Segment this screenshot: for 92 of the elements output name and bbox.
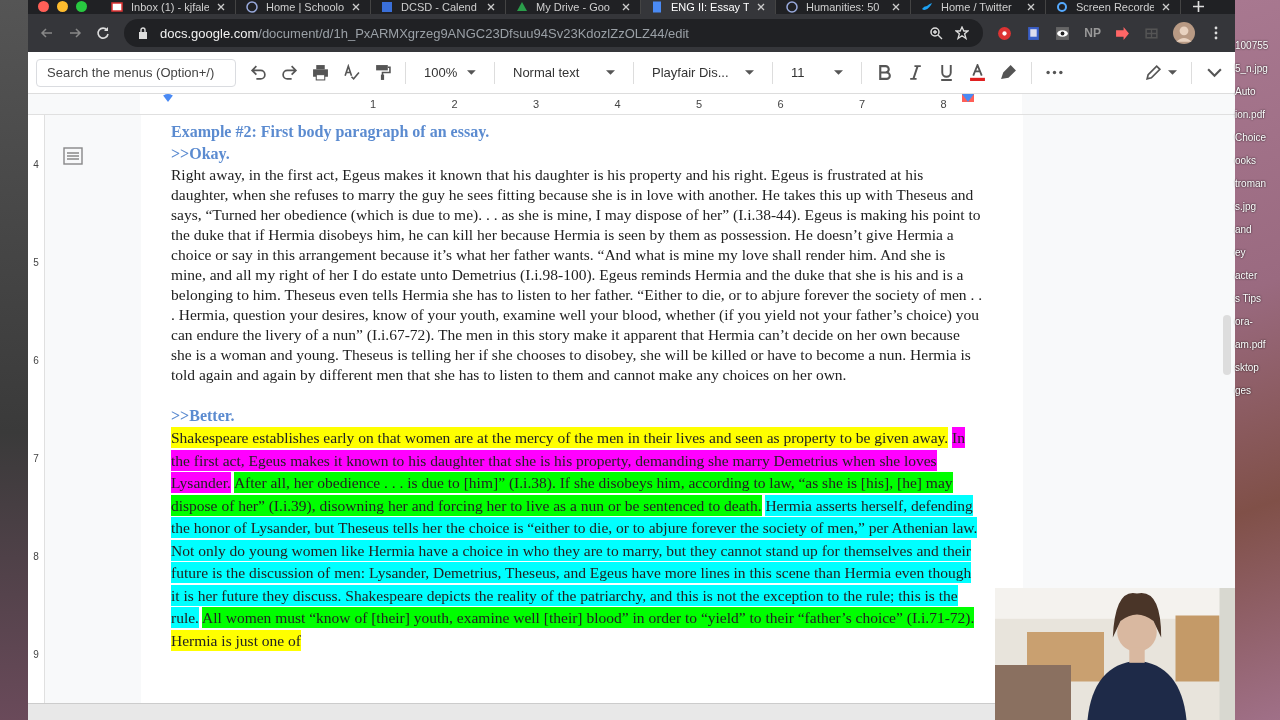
- bold-icon[interactable]: [876, 64, 893, 81]
- close-icon[interactable]: [217, 3, 225, 11]
- file-label[interactable]: am.pdf: [1235, 339, 1280, 350]
- circle-icon: [786, 1, 798, 13]
- forward-icon[interactable]: [68, 26, 82, 40]
- calendar-icon: [381, 1, 393, 13]
- close-icon[interactable]: [757, 3, 765, 11]
- zoom-icon[interactable]: [929, 26, 944, 40]
- maximize-window-button[interactable]: [76, 1, 87, 12]
- font-dropdown[interactable]: Playfair Dis...: [648, 61, 758, 84]
- pencil-icon[interactable]: [1145, 64, 1162, 81]
- ruler-number: 2: [451, 98, 459, 110]
- close-icon[interactable]: [892, 3, 900, 11]
- ruler-number: 5: [33, 256, 39, 268]
- caret-icon: [834, 70, 843, 75]
- file-label[interactable]: ges: [1235, 385, 1280, 396]
- document-icon: [651, 1, 663, 13]
- avatar-icon[interactable]: [1173, 22, 1195, 44]
- arrow-icon[interactable]: [1115, 25, 1130, 41]
- highlighter-icon[interactable]: [1000, 64, 1017, 81]
- new-tab-icon[interactable]: [1193, 1, 1204, 12]
- ruler-number: 7: [859, 98, 867, 110]
- file-label[interactable]: 5_n.jpg: [1235, 63, 1280, 74]
- close-icon[interactable]: [487, 3, 495, 11]
- file-label[interactable]: 100755: [1235, 40, 1280, 51]
- spellcheck-icon[interactable]: [343, 64, 360, 81]
- caret-icon[interactable]: [1168, 70, 1177, 75]
- mail-icon: [111, 1, 123, 13]
- file-label[interactable]: ooks: [1235, 155, 1280, 166]
- font-size-dropdown[interactable]: 11: [787, 61, 847, 84]
- file-label[interactable]: s Tips: [1235, 293, 1280, 304]
- extension-label[interactable]: NP: [1084, 26, 1101, 40]
- undo-icon[interactable]: [250, 64, 267, 81]
- record-icon: [1056, 1, 1068, 13]
- style-dropdown[interactable]: Normal text: [509, 61, 619, 84]
- ruler-number: 5: [696, 98, 704, 110]
- book-icon[interactable]: [1026, 25, 1042, 41]
- close-icon[interactable]: [622, 3, 630, 11]
- ruler-number: 8: [940, 98, 948, 110]
- file-label[interactable]: and: [1235, 224, 1280, 235]
- back-icon[interactable]: [40, 26, 54, 40]
- paint-format-icon[interactable]: [374, 64, 391, 81]
- eye-icon[interactable]: [1055, 25, 1071, 41]
- file-label[interactable]: sktop: [1235, 362, 1280, 373]
- file-label[interactable]: acter: [1235, 270, 1280, 281]
- ruler-number: 4: [614, 98, 622, 110]
- caret-icon: [606, 70, 615, 75]
- file-label[interactable]: ora-: [1235, 316, 1280, 327]
- star-icon[interactable]: [955, 26, 970, 40]
- ruler-number: 9: [33, 648, 39, 660]
- record-icon[interactable]: [997, 25, 1013, 41]
- address-field[interactable]: docs.google.com/document/d/1h_PxARMXgrzeg9ANGC23Dfsuu94Sv23KdozlZzOLZ44/edit: [124, 19, 984, 47]
- ruler-number: 8: [33, 550, 39, 562]
- close-icon[interactable]: [1162, 3, 1170, 11]
- file-label[interactable]: ion.pdf: [1235, 109, 1280, 120]
- print-icon[interactable]: [312, 64, 329, 81]
- lock-icon: [138, 27, 148, 39]
- italic-icon[interactable]: [907, 64, 924, 81]
- bird-icon: [921, 1, 933, 13]
- section-label: >>Better.: [171, 406, 236, 426]
- ruler-number: 3: [533, 98, 541, 110]
- close-icon[interactable]: [1027, 3, 1035, 11]
- paragraph: Shakespeare establishes early on that women are at the mercy of the men in their lives and seen as property to be given away. In the first act, Egeus makes it known to his daughter that she is his property, demanding she marry Demetrius when she loves Lysander. After all, her obedience . . . is due to [him]” (I.i.38). If she disobeys him, according to law, “as she is [his], [he] may dispose of her” (I.i.39), disowning her and forcing her to live as a nun or be sentenced to death. Hermia asserts herself, defending the honor of Lysander, but Theseus tells her the choice is “either to die, or to abjure forever the society of men,” per Athenian law. Not only do young women like Hermia have a choice in who they are to marry, but they cannot stand up for themselves and their future is the discussion of men: Lysander, Demetrius, Theseus, and Egeus have more lines in this scene than Hermia even though it is her future they discuss. Shakespeare depicts the reality of the patriarchy, and this is not the exception to the rule; this is the rule. All women must “know of [their] youth, examine well [their] blood” in order to “yield” to their “father’s choice” (I.i.71-72). Hermia is just one of: [171, 427, 979, 652]
- close-icon[interactable]: [352, 3, 360, 11]
- section-label: >>Okay.: [171, 144, 231, 165]
- triangle-icon: [516, 1, 528, 13]
- ruler-number: 7: [33, 452, 39, 464]
- file-label[interactable]: s.jpg: [1235, 201, 1280, 212]
- paragraph: Right away, in the first act, Egeus makes it known that his daughter is his property and his right. Egeus is frustrated at his daughter, when she refuses to marry the guy he sees fitting because she is in love with another. He takes this up with Theseus and says, “Turned her obedience (which is due to me). . . as she is mine, I may dispose of her” (I.i.38-44). Egeus is making his point to the duke that if Hermia disobeys him, he can kill her because Hermia is seen by them as possession. He doesn’t give Hermia a choice or say in this arrangement because it’s what her father wants. “And what is mine my love shall render him. And she is mine, and all my right of her I do estate unto Demetrius (I.i.98-100). Egeus reminds Hermia and the duke that she is his and is a belonging to him. Theseus even tells Hermia she has to listen to her father. “Either to die, or to abjure forever the society of men . . . Hermia, question your desires, know of your youth, examine well your blood, whether (if you yield not your father’s choice) you can endure the livery of a nun” (I.i.67-72). The men in this story make it apparent that Hermia can’t decide on her own because she is a woman and young. Theseus is telling her if she chooses to disobey, she will be killed or have to become a nun. Hermia is told again and again by different men that she has to listen to them and cannot make any choices on her own.: [171, 165, 983, 385]
- circle-icon: [246, 1, 258, 13]
- caret-icon: [745, 70, 754, 75]
- file-label[interactable]: Choice: [1235, 132, 1280, 143]
- ruler-number: 6: [33, 354, 39, 366]
- file-label[interactable]: ey: [1235, 247, 1280, 258]
- zoom-dropdown[interactable]: 100%: [420, 61, 480, 84]
- browser-tab[interactable]: ENG II: Essay T: [641, 0, 776, 14]
- document-heading: Example #2: First body paragraph of an essay.: [171, 122, 491, 143]
- file-label[interactable]: troman: [1235, 178, 1280, 189]
- search-field[interactable]: Search the menus (Option+/): [36, 58, 236, 87]
- close-window-button[interactable]: [38, 1, 49, 12]
- caret-icon: [467, 70, 476, 75]
- redo-icon[interactable]: [281, 64, 298, 81]
- minimize-window-button[interactable]: [57, 1, 68, 12]
- reload-icon[interactable]: [96, 26, 110, 40]
- underline-icon[interactable]: [938, 64, 955, 81]
- ruler-number: 1: [370, 98, 378, 110]
- scrollbar[interactable]: [1223, 315, 1231, 375]
- ruler-number: 4: [33, 158, 39, 170]
- indent-marker-icon[interactable]: [962, 94, 974, 102]
- file-label[interactable]: Auto: [1235, 86, 1280, 97]
- text-color-icon[interactable]: [969, 64, 986, 81]
- ruler-number: 6: [777, 98, 785, 110]
